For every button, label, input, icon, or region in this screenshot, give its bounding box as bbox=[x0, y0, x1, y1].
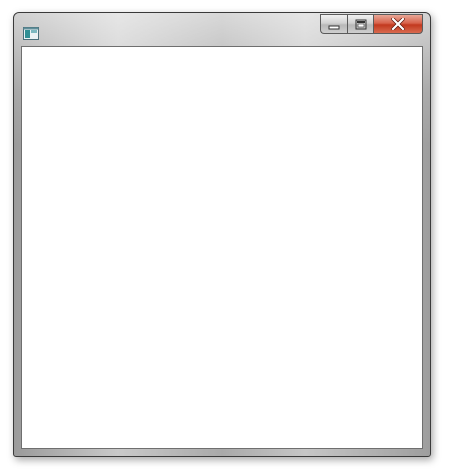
minimize-icon bbox=[328, 15, 340, 34]
app-window bbox=[13, 12, 431, 457]
close-icon bbox=[390, 15, 406, 34]
close-button[interactable] bbox=[373, 14, 423, 34]
minimize-button[interactable] bbox=[320, 14, 347, 34]
client-area[interactable] bbox=[21, 46, 423, 449]
title-bar[interactable] bbox=[14, 13, 430, 47]
maximize-icon bbox=[355, 15, 367, 34]
application-window-icon[interactable] bbox=[23, 25, 39, 40]
caption-buttons bbox=[320, 14, 423, 35]
maximize-button[interactable] bbox=[347, 14, 373, 34]
